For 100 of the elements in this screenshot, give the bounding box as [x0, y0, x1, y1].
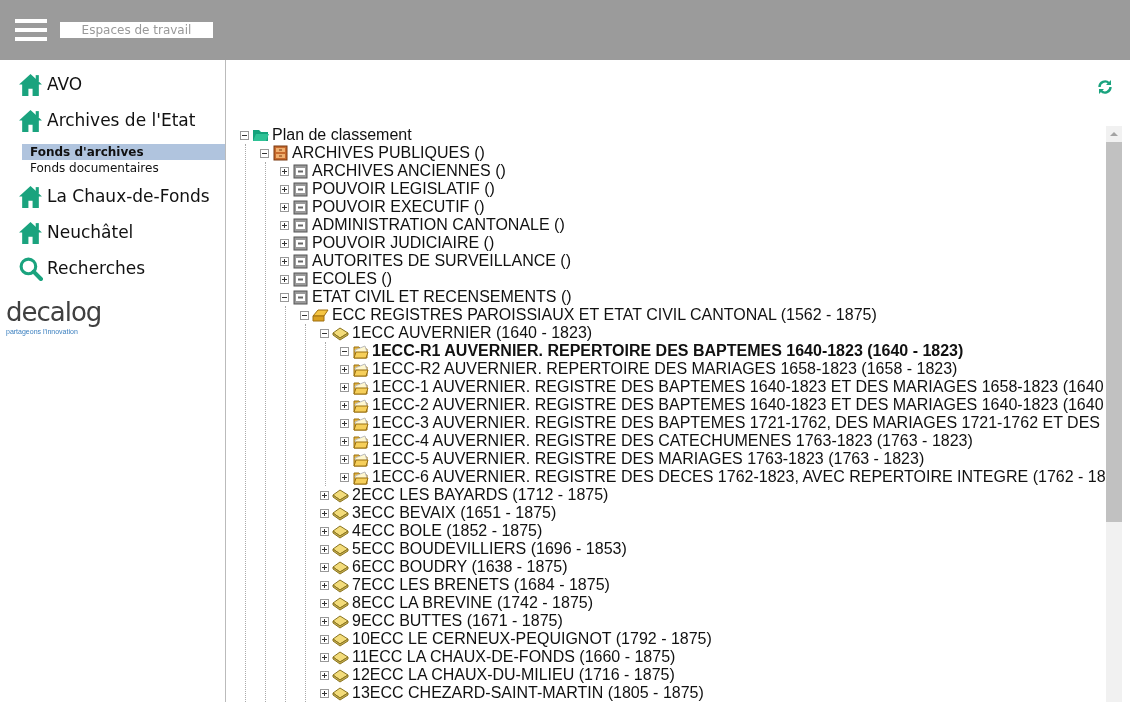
expand-toggle-icon[interactable] — [320, 670, 329, 680]
book-icon — [332, 685, 349, 701]
folder-icon — [352, 379, 369, 395]
home-icon — [18, 219, 43, 245]
collapse-toggle-icon[interactable] — [300, 310, 309, 320]
collapse-toggle-icon[interactable] — [260, 148, 269, 158]
refresh-icon[interactable] — [1097, 79, 1113, 95]
sidebar-item[interactable]: Neuchâtel — [47, 222, 134, 242]
tree-item[interactable]: ETAT CIVIL ET RECENSEMENTS () — [312, 288, 572, 306]
book-icon — [332, 613, 349, 629]
expand-toggle-icon[interactable] — [280, 166, 289, 176]
tree-item[interactable]: 1ECC-6 AUVERNIER. REGISTRE DES DECES 1762-1823, AVEC REPERTOIRE INTEGRE (1762 - 18 — [372, 468, 1106, 486]
menu-icon[interactable] — [15, 19, 47, 41]
tree-item[interactable]: 6ECC BOUDRY (1638 - 1875) — [352, 558, 568, 576]
tree-item[interactable]: ECOLES () — [312, 270, 392, 288]
tree-item[interactable]: POUVOIR LEGISLATIF () — [312, 180, 495, 198]
expand-toggle-icon[interactable] — [320, 580, 329, 590]
folder-icon — [352, 451, 369, 467]
tree-item[interactable]: 1ECC-4 AUVERNIER. REGISTRE DES CATECHUMENES 1763-1823 (1763 - 1823) — [372, 432, 973, 450]
expand-toggle-icon[interactable] — [280, 238, 289, 248]
tree-item[interactable]: 13ECC CHEZARD-SAINT-MARTIN (1805 - 1875) — [352, 684, 704, 702]
expand-toggle-icon[interactable] — [320, 652, 329, 662]
collapse-toggle-icon[interactable] — [280, 292, 289, 302]
drawer-icon — [292, 271, 309, 287]
book-icon — [332, 667, 349, 683]
box-icon — [312, 307, 329, 323]
workspace-search-field[interactable]: Espaces de travail — [60, 22, 213, 38]
sidebar-subitem[interactable]: Fonds documentaires — [22, 160, 225, 176]
expand-toggle-icon[interactable] — [280, 220, 289, 230]
drawer-icon — [292, 181, 309, 197]
sidebar-item[interactable]: La Chaux-de-Fonds — [47, 186, 210, 206]
sidebar-item[interactable]: Archives de l'Etat — [47, 110, 196, 130]
tree-item[interactable]: 11ECC LA CHAUX-DE-FONDS (1660 - 1875) — [352, 648, 676, 666]
expand-toggle-icon[interactable] — [320, 598, 329, 608]
tree-item[interactable]: POUVOIR JUDICIAIRE () — [312, 234, 495, 252]
tree-item[interactable]: 1ECC-R2 AUVERNIER. REPERTOIRE DES MARIAGES 1658-1823 (1658 - 1823) — [372, 360, 958, 378]
expand-toggle-icon[interactable] — [340, 472, 349, 482]
expand-toggle-icon[interactable] — [340, 454, 349, 464]
tree-item[interactable]: 1ECC-3 AUVERNIER. REGISTRE DES BAPTEMES 1721-1762, DES MARIAGES 1721-1762 ET DES — [372, 414, 1100, 432]
sidebar-item[interactable]: Recherches — [47, 258, 146, 278]
home-icon — [18, 107, 43, 133]
expand-toggle-icon[interactable] — [340, 400, 349, 410]
expand-toggle-icon[interactable] — [280, 274, 289, 284]
expand-toggle-icon[interactable] — [320, 490, 329, 500]
book-icon — [332, 631, 349, 647]
expand-toggle-icon[interactable] — [280, 184, 289, 194]
expand-toggle-icon[interactable] — [320, 688, 329, 698]
tree-item[interactable]: 1ECC-1 AUVERNIER. REGISTRE DES BAPTEMES 1640-1823 ET DES MARIAGES 1658-1823 (1640 — [372, 378, 1104, 396]
book-icon — [332, 541, 349, 557]
drawer-icon — [292, 199, 309, 215]
book-icon — [332, 577, 349, 593]
expand-toggle-icon[interactable] — [320, 544, 329, 554]
tree-item[interactable]: ARCHIVES ANCIENNES () — [312, 162, 506, 180]
expand-toggle-icon[interactable] — [320, 526, 329, 536]
home-icon — [18, 71, 43, 97]
drawer-icon — [292, 217, 309, 233]
expand-toggle-icon[interactable] — [340, 436, 349, 446]
home-icon — [18, 183, 43, 209]
tree-item[interactable]: 1ECC-2 AUVERNIER. REGISTRE DES BAPTEMES 1640-1823 ET DES MARIAGES 1640-1823 (1640 — [372, 396, 1104, 414]
expand-toggle-icon[interactable] — [280, 256, 289, 266]
folder-icon — [252, 127, 269, 143]
tree-item[interactable]: ECC REGISTRES PAROISSIAUX ET ETAT CIVIL CANTONAL (1562 - 1875) — [332, 306, 877, 324]
scrollbar[interactable] — [1106, 126, 1122, 702]
sidebar-item[interactable]: AVO — [47, 74, 83, 94]
tree-item[interactable]: 4ECC BOLE (1852 - 1875) — [352, 522, 543, 540]
tree-item[interactable]: 1ECC-R1 AUVERNIER. REPERTOIRE DES BAPTEMES 1640-1823 (1640 - 1823) — [372, 342, 964, 360]
tree-item[interactable]: 2ECC LES BAYARDS (1712 - 1875) — [352, 486, 609, 504]
cabinet-icon — [272, 145, 289, 161]
tree-item[interactable]: 5ECC BOUDEVILLIERS (1696 - 1853) — [352, 540, 627, 558]
book-icon — [332, 487, 349, 503]
tree-item[interactable]: 1ECC AUVERNIER (1640 - 1823) — [352, 324, 593, 342]
expand-toggle-icon[interactable] — [320, 616, 329, 626]
expand-toggle-icon[interactable] — [340, 382, 349, 392]
expand-toggle-icon[interactable] — [320, 562, 329, 572]
book-icon — [332, 523, 349, 539]
collapse-toggle-icon[interactable] — [340, 346, 349, 356]
tree-item[interactable]: POUVOIR EXECUTIF () — [312, 198, 485, 216]
tree-item[interactable]: ARCHIVES PUBLIQUES () — [292, 144, 485, 162]
tree-item[interactable]: AUTORITES DE SURVEILLANCE () — [312, 252, 572, 270]
expand-toggle-icon[interactable] — [340, 364, 349, 374]
drawer-icon — [292, 289, 309, 305]
sidebar-subitem[interactable]: Fonds d'archives — [22, 144, 225, 160]
tree-item[interactable]: Plan de classement — [272, 126, 412, 144]
collapse-toggle-icon[interactable] — [240, 130, 249, 140]
expand-toggle-icon[interactable] — [320, 508, 329, 518]
tree-item[interactable]: 12ECC LA CHAUX-DU-MILIEU (1716 - 1875) — [352, 666, 675, 684]
book-icon — [332, 649, 349, 665]
tree-item[interactable]: 8ECC LA BREVINE (1742 - 1875) — [352, 594, 593, 612]
tree-item[interactable]: 3ECC BEVAIX (1651 - 1875) — [352, 504, 557, 522]
tree-item[interactable]: 1ECC-5 AUVERNIER. REGISTRE DES MARIAGES 1763-1823 (1763 - 1823) — [372, 450, 925, 468]
collapse-toggle-icon[interactable] — [320, 328, 329, 338]
tree-item[interactable]: 10ECC LE CERNEUX-PEQUIGNOT (1792 - 1875) — [352, 630, 712, 648]
tree-item[interactable]: 9ECC BUTTES (1671 - 1875) — [352, 612, 563, 630]
expand-toggle-icon[interactable] — [340, 418, 349, 428]
tree-item[interactable]: 7ECC LES BRENETS (1684 - 1875) — [352, 576, 610, 594]
expand-toggle-icon[interactable] — [280, 202, 289, 212]
expand-toggle-icon[interactable] — [320, 634, 329, 644]
tree-item[interactable]: ADMINISTRATION CANTONALE () — [312, 216, 565, 234]
book-icon — [332, 505, 349, 521]
book-icon — [332, 595, 349, 611]
